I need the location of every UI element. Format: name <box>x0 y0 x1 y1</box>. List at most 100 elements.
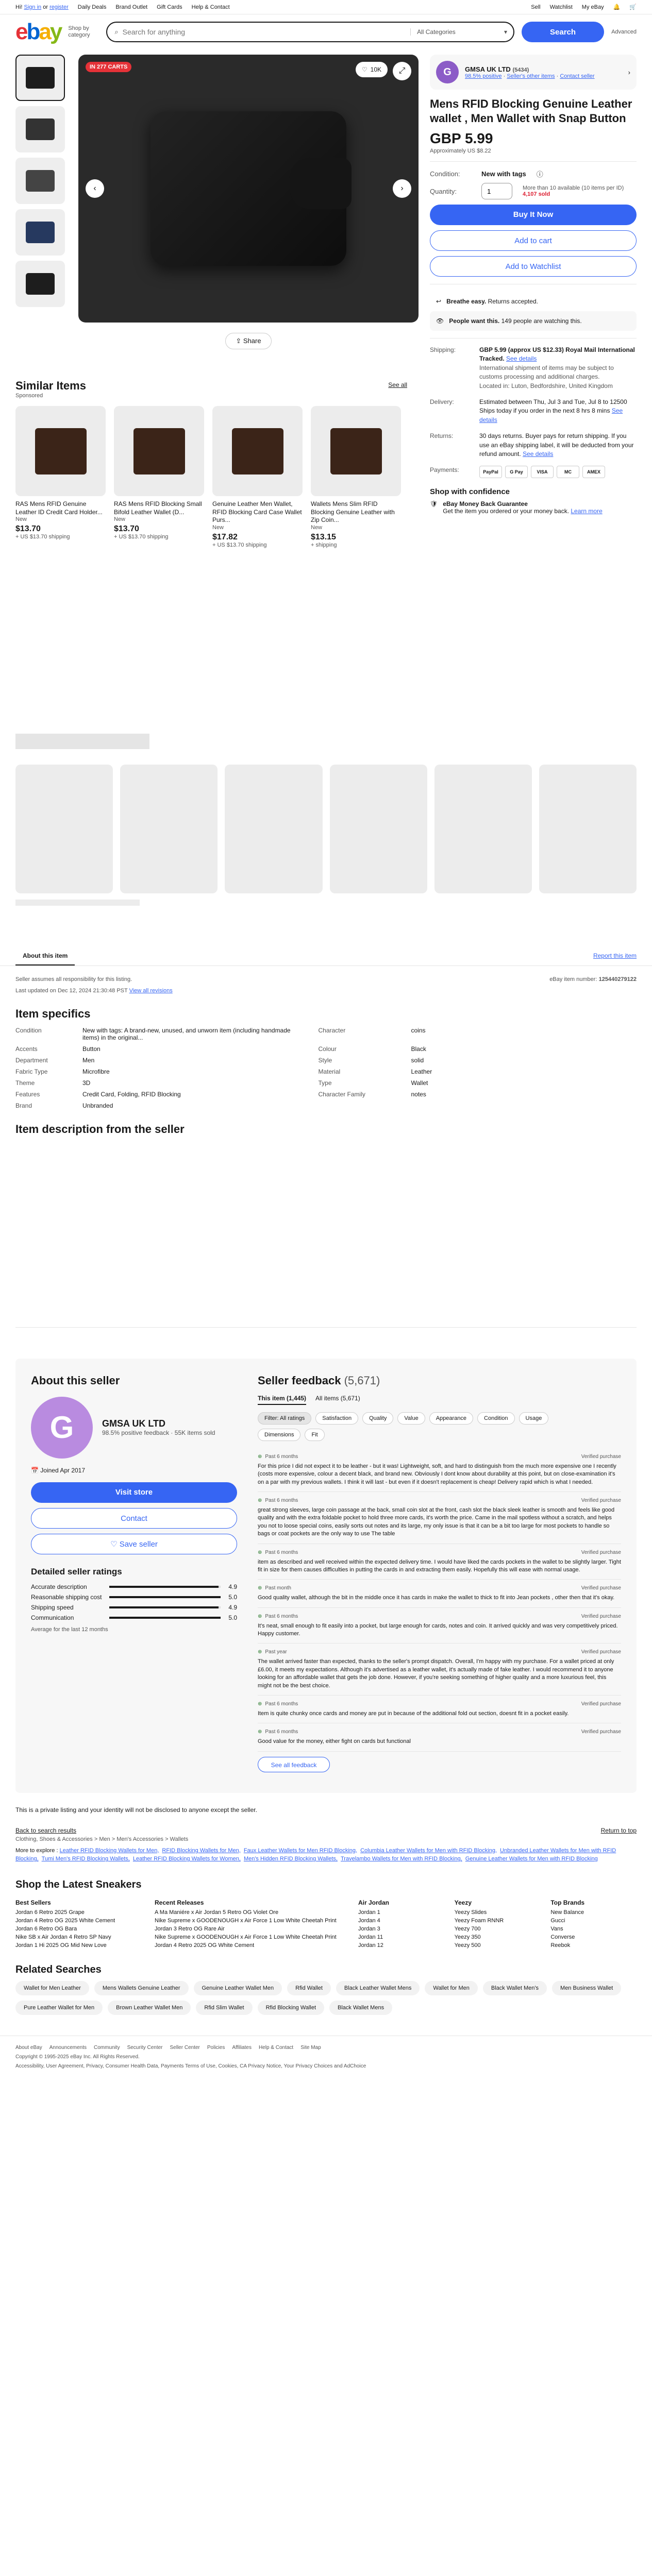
help-link[interactable]: Help & Contact <box>192 4 230 10</box>
related-search-chip[interactable]: Men Business Wallet <box>552 1980 622 1995</box>
feedback-chip[interactable]: Quality <box>362 1412 394 1425</box>
sneaker-link[interactable]: Vans <box>550 1926 637 1932</box>
tab-this-item[interactable]: This item (1,445) <box>258 1395 307 1405</box>
similar-item-image[interactable] <box>114 406 204 496</box>
brand-outlet-link[interactable]: Brand Outlet <box>115 4 147 10</box>
ebay-logo[interactable]: ebay <box>15 21 62 43</box>
report-item-link[interactable]: Report this item <box>593 947 637 965</box>
search-input[interactable] <box>122 28 411 36</box>
sneaker-link[interactable]: Converse <box>550 1934 637 1940</box>
related-search-chip[interactable]: Wallet for Men Leather <box>15 1980 89 1995</box>
add-to-watchlist-button[interactable]: Add to Watchlist <box>430 256 637 277</box>
footer-link[interactable]: Site Map <box>300 2043 321 2053</box>
explore-link[interactable]: RFID Blocking Wallets for Men, <box>162 1848 240 1854</box>
sneaker-link[interactable]: Jordan 3 <box>358 1926 444 1932</box>
back-to-results-link[interactable]: Back to search results <box>15 1827 76 1834</box>
save-seller-button[interactable]: ♡ Save seller <box>31 1533 237 1554</box>
explore-link[interactable]: Tumi Men's RFID Blocking Wallets, <box>42 1856 130 1862</box>
thumbnail[interactable] <box>15 106 65 152</box>
sneaker-link[interactable]: Nike SB x Air Jordan 4 Retro SP Navy <box>15 1934 144 1940</box>
footer-link[interactable]: Affiliates <box>232 2043 252 2053</box>
prev-image-button[interactable]: ‹ <box>86 179 104 198</box>
expand-icon[interactable]: ⤢ <box>393 62 411 80</box>
quantity-input[interactable] <box>481 183 512 199</box>
sneaker-link[interactable]: Jordan 4 <box>358 1918 444 1924</box>
cart-icon[interactable]: 🛒 <box>629 4 637 10</box>
seller-name[interactable]: GMSA UK LTD <box>102 1418 215 1429</box>
footer-link[interactable]: Security Center <box>127 2043 163 2053</box>
see-all-link[interactable]: See all <box>388 381 407 388</box>
buy-now-button[interactable]: Buy It Now <box>430 205 637 225</box>
contact-seller-link[interactable]: Contact seller <box>560 73 594 79</box>
sneaker-link[interactable]: Yeezy Foam RNNR <box>455 1918 541 1924</box>
related-search-chip[interactable]: Mens Wallets Genuine Leather <box>94 1980 189 1995</box>
visit-store-button[interactable]: Visit store <box>31 1482 237 1503</box>
similar-item-card[interactable]: RAS Mens RFID Blocking Small Bifold Leat… <box>114 406 204 548</box>
info-icon[interactable]: ⓘ <box>537 169 543 179</box>
related-search-chip[interactable]: Rfid Wallet <box>287 1980 331 1995</box>
share-button[interactable]: ⇪ Share <box>225 333 272 349</box>
sneaker-link[interactable]: Jordan 4 Retro OG 2025 White Cement <box>15 1918 144 1924</box>
sneaker-link[interactable]: Jordan 1 Hi 2025 OG Mid New Love <box>15 1942 144 1948</box>
similar-item-image[interactable] <box>311 406 401 496</box>
explore-link[interactable]: Travelambo Wallets for Men with RFID Blo… <box>341 1856 462 1862</box>
feedback-chip[interactable]: Value <box>397 1412 425 1425</box>
feedback-chip[interactable]: Usage <box>519 1412 549 1425</box>
returns-details-link[interactable]: See details <box>523 450 553 457</box>
footer-link[interactable]: About eBay <box>15 2043 42 2053</box>
see-all-feedback-button[interactable]: See all feedback <box>258 1756 330 1772</box>
seller-card[interactable]: G GMSA UK LTD (5434) 98.5% positive · Se… <box>430 55 637 90</box>
similar-item-image[interactable] <box>212 406 303 496</box>
feedback-chip[interactable]: Condition <box>477 1412 515 1425</box>
similar-item-title[interactable]: RAS Mens RFID Genuine Leather ID Credit … <box>15 500 106 516</box>
search-button[interactable]: Search <box>522 22 605 42</box>
related-search-chip[interactable]: Rfid Slim Wallet <box>196 2000 253 2015</box>
related-search-chip[interactable]: Black Wallet Men's <box>482 1980 547 1995</box>
sneaker-link[interactable]: Jordan 6 Retro OG Bara <box>15 1926 144 1932</box>
related-search-chip[interactable]: Brown Leather Wallet Men <box>108 2000 191 2015</box>
advanced-search-link[interactable]: Advanced <box>611 29 637 35</box>
related-search-chip[interactable]: Black Wallet Mens <box>329 2000 393 2015</box>
my-ebay-link[interactable]: My eBay <box>582 4 604 10</box>
footer-link[interactable]: Seller Center <box>170 2043 200 2053</box>
explore-link[interactable]: Genuine Leather Wallets for Men with RFI… <box>465 1856 598 1862</box>
thumbnail[interactable] <box>15 261 65 307</box>
sneaker-link[interactable]: New Balance <box>550 1909 637 1916</box>
explore-link[interactable]: Leather RFID Blocking Wallets for Men, <box>60 1848 159 1854</box>
sell-link[interactable]: Sell <box>531 4 540 10</box>
footer-link[interactable]: Community <box>94 2043 120 2053</box>
feedback-chip[interactable]: Appearance <box>429 1412 474 1425</box>
filter-dropdown[interactable]: Filter: All ratings <box>258 1412 312 1425</box>
similar-item-card[interactable]: Genuine Leather Men Wallet, RFID Blockin… <box>212 406 303 548</box>
explore-link[interactable]: Men's Hidden RFID Blocking Wallets, <box>244 1856 338 1862</box>
tab-about-item[interactable]: About this item <box>15 947 75 965</box>
related-search-chip[interactable]: Rfid Blocking Wallet <box>257 2000 324 2015</box>
thumbnail[interactable] <box>15 209 65 256</box>
explore-link[interactable]: Leather RFID Blocking Wallets for Women, <box>133 1856 241 1862</box>
register-link[interactable]: register <box>49 4 69 10</box>
sneaker-link[interactable]: Jordan 6 Retro 2025 Grape <box>15 1909 144 1916</box>
daily-deals-link[interactable]: Daily Deals <box>78 4 107 10</box>
revisions-link[interactable]: View all revisions <box>129 988 173 994</box>
similar-item-title[interactable]: Wallets Mens Slim RFID Blocking Genuine … <box>311 500 401 524</box>
sneaker-link[interactable]: Jordan 4 Retro 2025 OG White Cement <box>155 1942 348 1948</box>
sneaker-link[interactable]: Jordan 11 <box>358 1934 444 1940</box>
feedback-chip[interactable]: Fit <box>305 1428 325 1441</box>
sneaker-link[interactable]: Jordan 12 <box>358 1942 444 1948</box>
shop-by-category[interactable]: Shop by category <box>68 25 99 39</box>
sneaker-link[interactable]: Yeezy 700 <box>455 1926 541 1932</box>
similar-item-card[interactable]: Wallets Mens Slim RFID Blocking Genuine … <box>311 406 401 548</box>
related-search-chip[interactable]: Black Leather Wallet Mens <box>336 1980 420 1995</box>
shipping-details-link[interactable]: See details <box>506 355 537 362</box>
breadcrumb[interactable]: Clothing, Shoes & Accessories > Men > Me… <box>0 1834 652 1844</box>
watch-count-pill[interactable]: ♡ 10K <box>355 62 388 77</box>
positive-link[interactable]: 98.5% positive <box>465 73 502 79</box>
thumbnail[interactable] <box>15 158 65 204</box>
sneaker-link[interactable]: A Ma Maniére x Air Jordan 5 Retro OG Vio… <box>155 1909 348 1916</box>
tab-all-items[interactable]: All items (5,671) <box>315 1395 360 1405</box>
similar-item-image[interactable] <box>15 406 106 496</box>
feedback-chip[interactable]: Dimensions <box>258 1428 301 1441</box>
main-image[interactable]: IN 277 CARTS ♡ 10K ⤢ ‹ › <box>78 55 419 323</box>
sneaker-link[interactable]: Nike Supreme x GOODENOUGH x Air Force 1 … <box>155 1918 348 1924</box>
contact-button[interactable]: Contact <box>31 1507 237 1529</box>
